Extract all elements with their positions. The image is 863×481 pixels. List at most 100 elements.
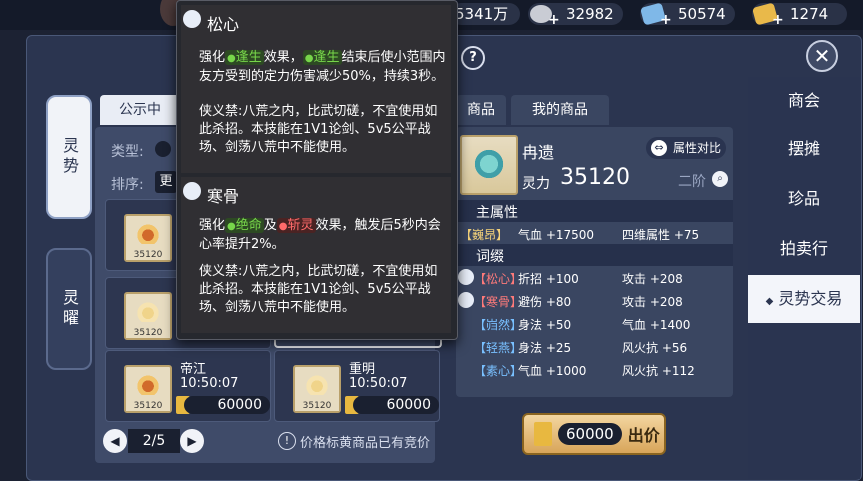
sort-label: 排序: [111, 177, 144, 193]
effect-text: 强化 [199, 218, 226, 233]
skill-effect: 强化 ●逢生 效果， ●逢生 结束后使小范围内友方受到的定力伤害减少50%，持续3秒。 [199, 49, 447, 86]
affix-stat1: 气血 +1000 [518, 364, 587, 378]
coin-icon [534, 422, 552, 446]
affix-stat2: 气血 +1400 [622, 318, 691, 332]
lotus-icon [458, 269, 474, 285]
affix-stat1: 身法 +25 [518, 341, 572, 355]
exclamation-icon: ! [278, 432, 296, 450]
nav-item-shanghui[interactable]: 商会 [748, 77, 860, 125]
affix-stat2: 风火抗 +56 [622, 341, 688, 355]
help-button[interactable]: ? [461, 46, 485, 70]
affix-stat2: 攻击 +208 [622, 295, 683, 309]
keyword-text: 逢生 [235, 50, 262, 65]
header-text: 主属性 [476, 205, 518, 221]
attr-stat2: 四维属性 +75 [622, 228, 700, 242]
affix-row: 【寒骨】 避伤 +80 攻击 +208 [456, 290, 733, 312]
main-attr-header: 主属性 [456, 200, 733, 222]
type-filter-radio[interactable] [155, 141, 171, 157]
pagination: ◀ 2/5 ▶ [100, 429, 210, 453]
close-icon: ✕ [813, 44, 831, 68]
restriction-text: 侠义禁:八荒之内，比武切磋，不宜使用如此杀招。本技能在1V1论剑、5v5公平战场… [199, 104, 438, 155]
bid-note: ! 价格标黄商品已有竞价 [278, 431, 430, 451]
tab-lingshi[interactable]: 灵势 [46, 95, 92, 219]
close-button[interactable]: ✕ [806, 40, 838, 72]
affix-stat2: 攻击 +208 [622, 272, 683, 286]
lotus-icon: ● [304, 53, 314, 64]
magnifier-icon[interactable]: ⌕ [712, 171, 728, 187]
add-silver-button[interactable]: + [548, 9, 560, 31]
listing-card[interactable]: 35120 重明 10:50:07 60000 [274, 350, 440, 422]
page-indicator: 2/5 [128, 429, 180, 453]
bid-price: 60000 [558, 423, 622, 445]
tab-public[interactable]: 公示中 [100, 95, 180, 125]
nav-item-paimaihang[interactable]: 拍卖行 [748, 225, 860, 273]
skill-restriction: 侠义禁:八荒之内，比武切磋，不宜使用如此杀招。本技能在1V1论剑、5v5公平战场… [199, 103, 447, 157]
item-icon-price: 35120 [126, 401, 170, 411]
prev-page-button[interactable]: ◀ [103, 429, 127, 453]
tab-label: 公示中 [119, 102, 161, 118]
nav-label: 拍卖行 [779, 239, 828, 258]
tab-label: 灵势 [60, 137, 79, 177]
item-icon-price: 35120 [295, 401, 339, 411]
item-icon: 35120 [124, 365, 172, 413]
compare-label: 属性对比 [673, 141, 722, 155]
lotus-icon: ● [227, 53, 236, 64]
tab-my-goods[interactable]: 我的商品 [511, 95, 609, 125]
nav-item-baitan[interactable]: 摆摊 [748, 125, 860, 173]
keyword-fengsheng: ●逢生 [302, 50, 342, 65]
diamond-icon: ◆ [765, 296, 774, 307]
wing-icon [134, 373, 162, 395]
tab-lingyao[interactable]: 灵曜 [46, 248, 92, 370]
next-page-button[interactable]: ▶ [180, 429, 204, 453]
card-time: 10:50:07 [180, 376, 239, 391]
item-icon: 35120 [124, 214, 172, 262]
affix-tag: 【松心】 [474, 272, 523, 286]
nav-item-zhenpin[interactable]: 珍品 [748, 175, 860, 223]
bid-label: 出价 [627, 426, 660, 445]
header-text: 词缀 [476, 249, 504, 265]
keyword-text: 斩灵 [287, 218, 314, 233]
compare-button[interactable]: ⇔ 属性对比 [646, 137, 726, 159]
card-price: 60000 [184, 396, 270, 414]
affix-row: 【岿然】 身法 +50 气血 +1400 [456, 313, 733, 335]
keyword-text: 绝命 [235, 218, 262, 233]
item-name: 冉遗 [522, 143, 555, 162]
currency-value: 50574 [678, 5, 726, 23]
skill-title: 寒骨 [207, 187, 240, 206]
question-icon: ? [469, 50, 477, 65]
card-name: 重明 [349, 362, 376, 377]
item-icon: 35120 [293, 365, 341, 413]
nav-label: 商会 [787, 91, 820, 110]
affix-header: 词缀 [456, 244, 733, 266]
sort-dropdown[interactable]: 更 [155, 171, 177, 193]
affix-stat1: 身法 +50 [518, 318, 572, 332]
crescent-icon: ● [227, 221, 236, 232]
lotus-icon [183, 10, 201, 28]
tab-goods[interactable]: 商品 [456, 95, 506, 125]
affix-row: 【松心】 折招 +100 攻击 +208 [456, 267, 733, 289]
flame-icon: ● [278, 221, 288, 232]
skill-restriction: 侠义禁:八荒之内，比武切磋，不宜使用如此杀招。本技能在1V1论剑、5v5公平战场… [199, 263, 447, 317]
add-blue-ticket-button[interactable]: + [660, 9, 672, 31]
keyword-fengsheng: ●逢生 [225, 50, 264, 65]
nav-item-lingshi-trade[interactable]: ◆ 灵势交易 [748, 275, 860, 323]
card-price: 60000 [353, 396, 439, 414]
currency-value: 5341万 [455, 5, 509, 23]
wing-icon [134, 222, 162, 244]
bid-button[interactable]: 60000 出价 [522, 413, 666, 455]
add-gold-ticket-button[interactable]: + [772, 9, 784, 31]
nav-label: 摆摊 [787, 139, 820, 158]
crescent-icon [183, 182, 201, 200]
listing-card[interactable]: 35120 帝江 10:50:07 60000 [105, 350, 271, 422]
nav-label: 珍品 [787, 189, 820, 208]
keyword-zhanling: ●斩灵 [276, 218, 316, 233]
affix-tag: 【寒骨】 [474, 295, 523, 309]
wing-icon [303, 373, 331, 395]
wing-icon [134, 300, 162, 322]
currency-value: 1274 [790, 5, 829, 23]
skill-title: 松心 [207, 15, 240, 34]
skill-effect: 强化 ●绝命及 ●斩灵 效果，触发后5秒内会心率提升2%。 [199, 217, 447, 254]
effect-text: 效果， [263, 50, 303, 65]
attr-stat1: 气血 +17500 [518, 228, 595, 242]
tab-label: 灵曜 [60, 289, 79, 329]
